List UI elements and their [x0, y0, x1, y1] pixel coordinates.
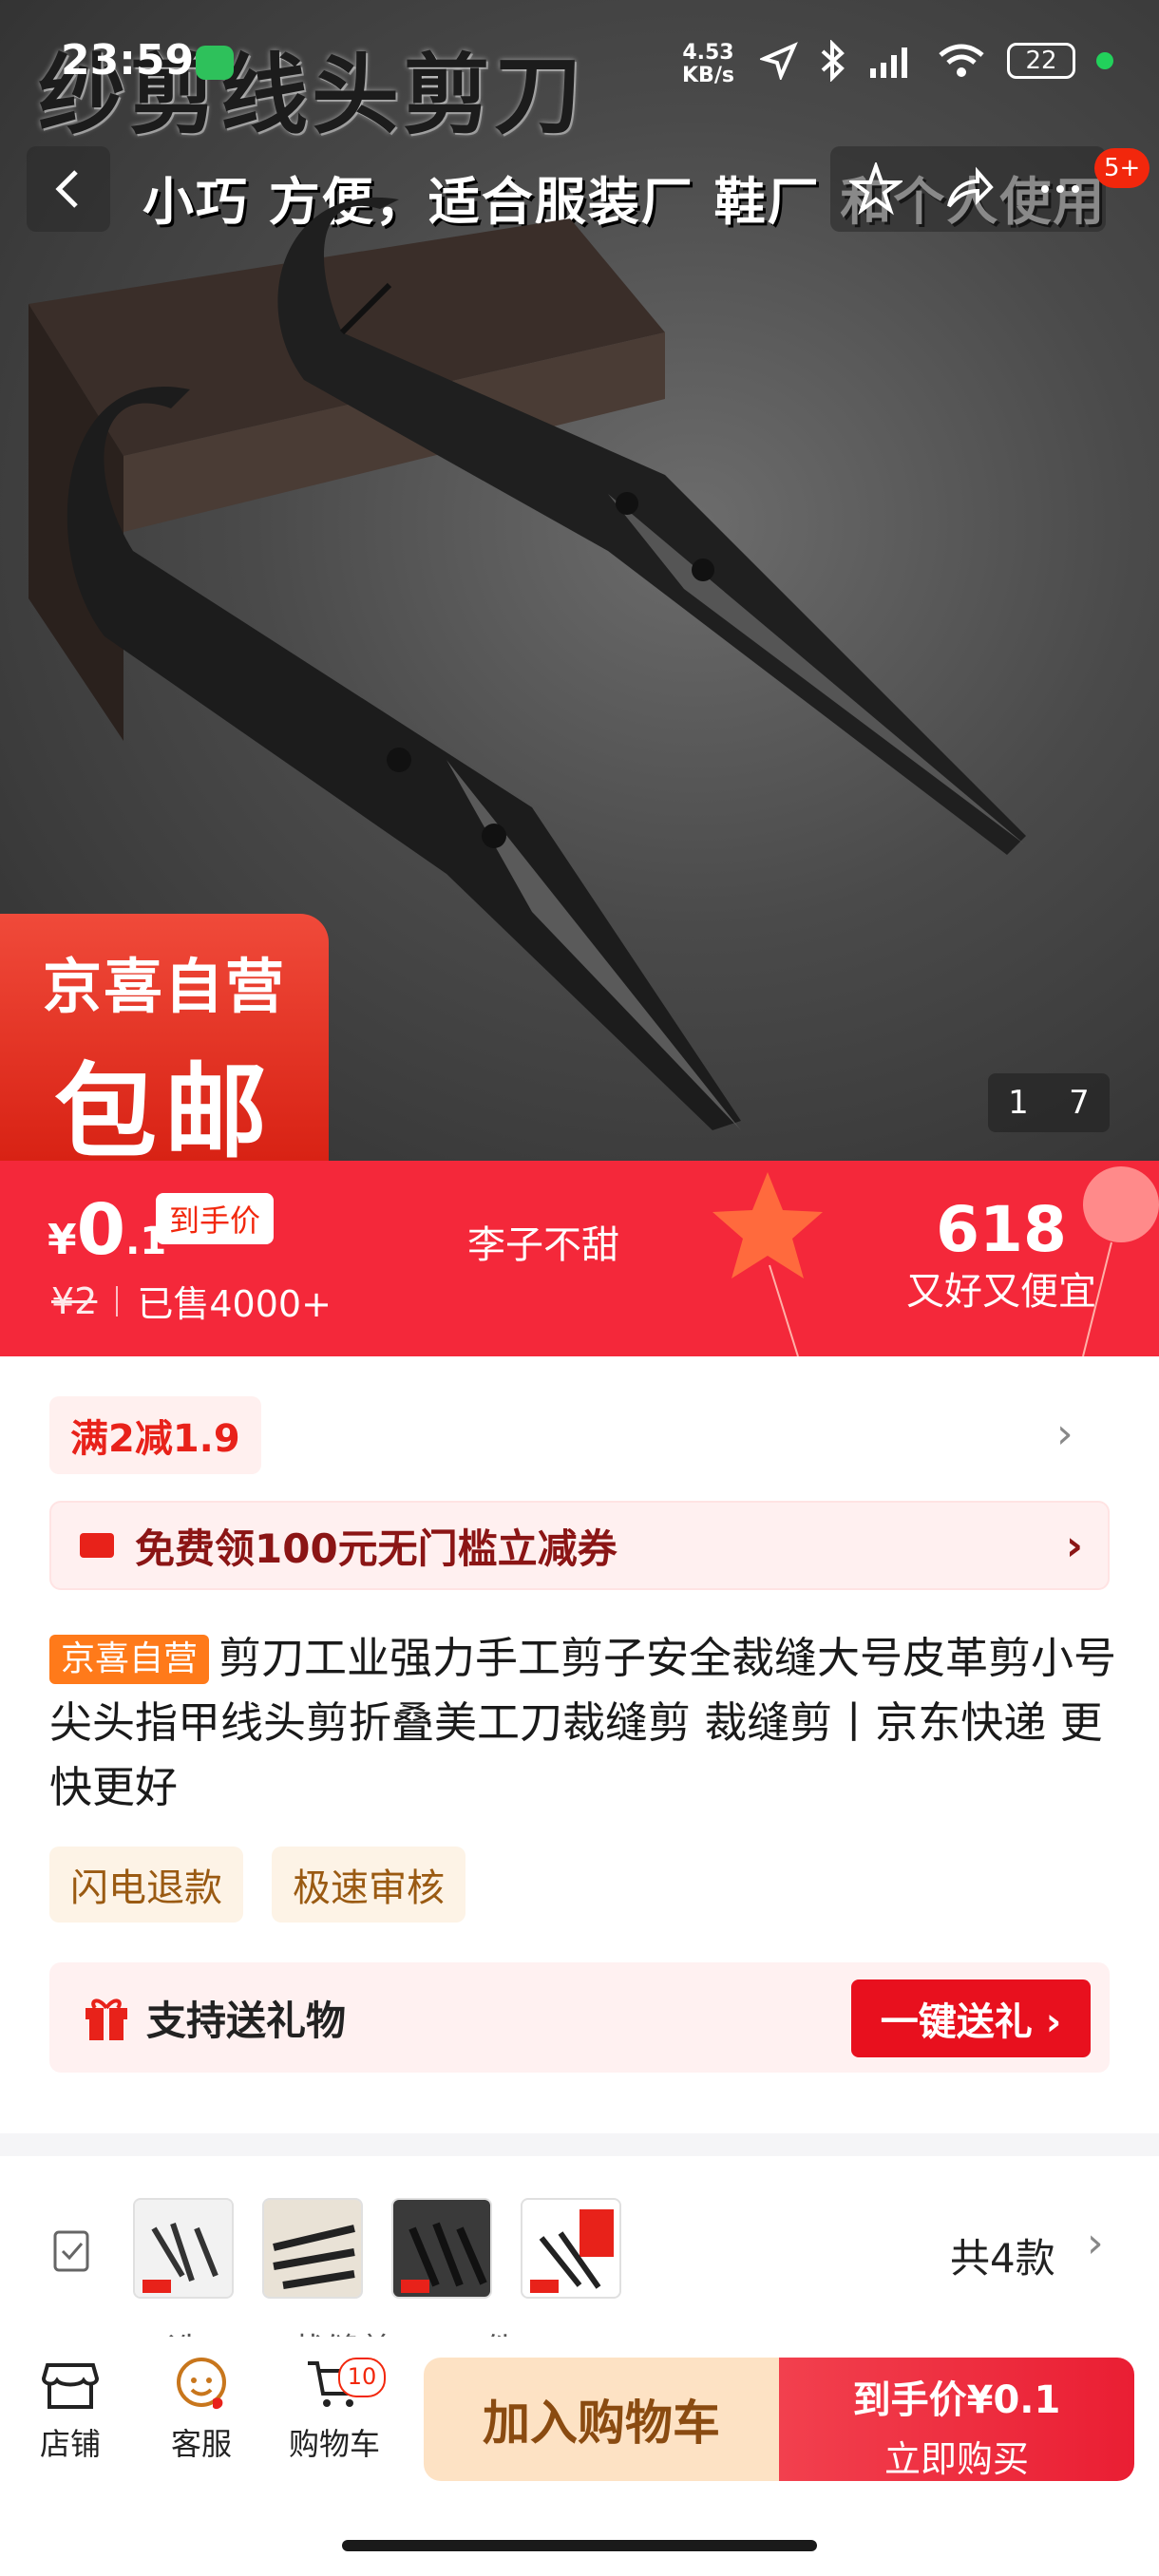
signal-icon: [870, 47, 907, 78]
add-to-cart-button[interactable]: 加入购物车: [424, 2358, 779, 2481]
network-speed: 4.53 KB/s: [682, 42, 734, 87]
sold-count: 已售4000+: [137, 1283, 332, 1325]
net-speed-unit: KB/s: [682, 64, 734, 87]
price-banner: ¥ 0 .1 到手价 ¥2 已售4000+ 李子不甜 618 又好又便宜: [0, 1161, 1159, 1356]
buy-now-price: 到手价¥0.1: [852, 2378, 1061, 2422]
promo-text: 又好又便宜: [906, 1270, 1096, 1314]
customer-service-icon: [177, 2358, 226, 2410]
more-icon[interactable]: [1034, 162, 1087, 216]
chevron-right-icon[interactable]: ›: [1056, 1410, 1074, 1458]
top-action-group: [830, 146, 1106, 232]
original-price: ¥2: [51, 1279, 98, 1322]
status-bar: 23:59 4.53 KB/s 22: [0, 0, 1159, 133]
counter-current: 1: [1008, 1084, 1029, 1122]
price-info-row: ¥2 已售4000+: [51, 1275, 332, 1327]
variant-selector[interactable]: 共4款 ›: [0, 2185, 1159, 2308]
service-chip-flash-refund[interactable]: 闪电退款: [49, 1847, 243, 1923]
price-separator: [116, 1285, 119, 1316]
battery-indicator: 22: [1007, 43, 1075, 79]
counter-total: 7: [1069, 1084, 1090, 1122]
promo-number: 618: [936, 1193, 1067, 1266]
seller-name: 李子不甜: [467, 1223, 619, 1267]
home-indicator[interactable]: [342, 2540, 817, 2551]
privacy-dot: [1096, 52, 1113, 69]
variant-thumbnail[interactable]: [391, 2198, 492, 2299]
wifi-icon: [939, 44, 984, 77]
send-gift-button[interactable]: 一键送礼 ›: [851, 1979, 1091, 2057]
gift-icon: [86, 1998, 127, 2040]
shop-icon: [41, 2363, 100, 2409]
share-icon[interactable]: [941, 162, 995, 216]
final-price-tag: 到手价: [156, 1193, 275, 1244]
product-title: 京喜自营 剪刀工业强力手工剪子安全裁缝大号皮革剪小号尖头指甲线头剪折叠美工刀裁缝剪…: [49, 1626, 1123, 1820]
bluetooth-icon: [821, 40, 845, 82]
self-operated-tag: 京喜自营: [49, 1635, 210, 1684]
chevron-right-icon: ›: [1065, 1521, 1083, 1570]
product-title-text: 剪刀工业强力手工剪子安全裁缝大号皮革剪小号尖头指甲线头剪折叠美工刀裁缝剪 裁缝剪…: [49, 1633, 1117, 1812]
location-icon: [760, 42, 798, 80]
cart-label: 购物车: [288, 2426, 380, 2462]
variant-thumbnail[interactable]: [521, 2198, 621, 2299]
status-time: 23:59: [61, 36, 195, 85]
618-promo: 618 又好又便宜: [840, 1193, 1159, 1316]
customer-service-button[interactable]: 客服: [135, 2354, 268, 2464]
buy-now-button[interactable]: 到手价¥0.1 立即购买: [779, 2358, 1134, 2481]
variant-count: 共4款: [950, 2235, 1055, 2282]
price-currency: ¥: [48, 1216, 77, 1264]
image-counter: 1 7: [988, 1073, 1110, 1132]
shop-label: 店铺: [39, 2426, 101, 2462]
message-count-badge: 5+: [1094, 148, 1150, 188]
shop-button[interactable]: 店铺: [4, 2354, 137, 2464]
variant-thumbnail[interactable]: [262, 2198, 363, 2299]
checklist-icon: [53, 2230, 89, 2272]
discount-rule-tag[interactable]: 满2减1.9: [49, 1396, 261, 1474]
net-speed-value: 4.53: [682, 41, 734, 65]
gift-label: 支持送礼物: [146, 1997, 347, 2044]
variant-thumbnail[interactable]: [133, 2198, 234, 2299]
price-integer: 0: [76, 1189, 126, 1271]
favorite-star-icon[interactable]: [849, 162, 903, 216]
section-divider: [0, 2133, 1159, 2156]
cart-count-badge: 10: [338, 2358, 386, 2397]
gift-support-row[interactable]: 支持送礼物 一键送礼 ›: [49, 1962, 1110, 2073]
jingxi-free-shipping-badge: 京喜自营 包邮: [0, 914, 329, 1161]
coupon-card-icon: [80, 1533, 114, 1558]
service-chip-fast-review[interactable]: 极速审核: [272, 1847, 466, 1923]
chevron-right-icon: ›: [1087, 2219, 1104, 2267]
badge-line1: 京喜自营: [42, 952, 286, 1021]
back-button[interactable]: [27, 146, 110, 232]
current-price: ¥ 0 .1: [48, 1189, 166, 1271]
badge-line2: 包邮: [53, 1053, 275, 1161]
buy-now-label: 立即购买: [884, 2438, 1029, 2480]
chevron-left-icon: [55, 170, 78, 208]
customer-service-label: 客服: [170, 2426, 232, 2462]
free-coupon-banner[interactable]: 免费领100元无门槛立减券 ›: [49, 1501, 1110, 1590]
coupon-banner-text: 免费领100元无门槛立减券: [135, 1525, 618, 1572]
wechat-notification-icon: [196, 46, 234, 80]
